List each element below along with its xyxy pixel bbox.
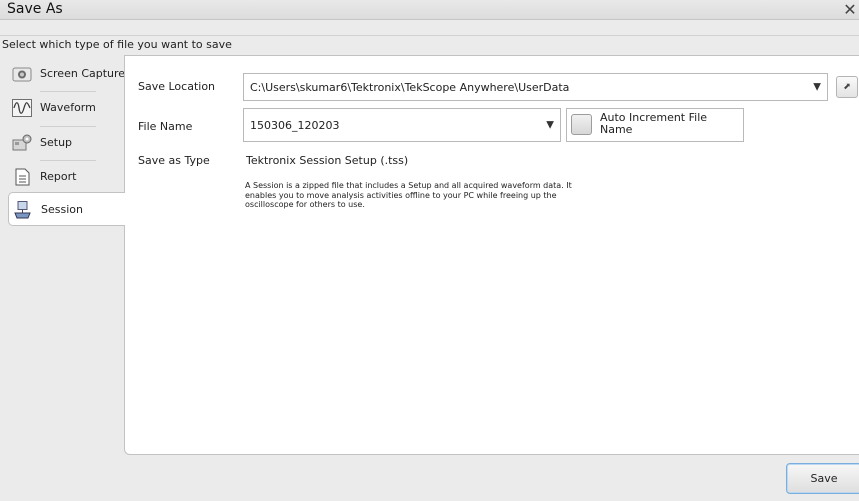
auto-increment-toggle[interactable]: Auto Increment File Name — [566, 108, 744, 142]
nav-item-report[interactable]: Report — [8, 160, 125, 194]
save-as-type-label: Save as Type — [138, 154, 210, 167]
external-link-icon: ⬈ — [843, 82, 851, 92]
session-description: A Session is a zipped file that includes… — [245, 181, 572, 209]
nav-item-label: Screen Capture — [40, 67, 126, 80]
nav-item-session[interactable]: Session — [8, 192, 125, 226]
auto-increment-label: Auto Increment File Name — [600, 111, 708, 136]
save-button[interactable]: Save — [786, 463, 859, 494]
close-icon[interactable]: ✕ — [841, 0, 859, 20]
session-icon — [14, 201, 31, 219]
nav-item-label: Report — [40, 170, 77, 183]
nav-item-label: Setup — [40, 136, 73, 149]
auto-increment-checkbox[interactable] — [571, 114, 592, 135]
save-as-type-value: Tektronix Session Setup (.tss) — [246, 154, 409, 167]
report-icon — [15, 168, 30, 186]
browse-folder-button[interactable]: ⬈ — [836, 76, 858, 98]
waveform-icon — [12, 99, 32, 117]
title-bar: Save As ✕ — [0, 0, 859, 20]
instruction-text: Select which type of file you want to sa… — [2, 38, 232, 51]
nav-item-label: Waveform — [40, 101, 96, 114]
nav-item-waveform[interactable]: Waveform — [8, 91, 125, 125]
save-location-value: C:\Users\skumar6\Tektronix\TekScope Anyw… — [250, 80, 570, 94]
window-title: Save As — [7, 1, 63, 17]
nav-item-label: Session — [41, 203, 83, 216]
setup-icon — [12, 134, 32, 151]
camera-icon — [12, 67, 32, 82]
file-name-label: File Name — [138, 120, 193, 133]
file-name-dropdown[interactable]: 150306_120203 ▼ — [243, 108, 561, 142]
nav-item-setup[interactable]: Setup — [8, 126, 125, 160]
file-name-value: 150306_120203 — [250, 118, 340, 132]
save-location-dropdown[interactable]: C:\Users\skumar6\Tektronix\TekScope Anyw… — [243, 73, 828, 101]
save-location-label: Save Location — [138, 80, 216, 93]
chevron-down-icon: ▼ — [546, 119, 554, 131]
nav-item-screen-capture[interactable]: Screen Capture — [8, 57, 125, 91]
chevron-down-icon: ▼ — [813, 81, 821, 93]
session-panel: Save Location C:\Users\skumar6\Tektronix… — [124, 55, 859, 455]
